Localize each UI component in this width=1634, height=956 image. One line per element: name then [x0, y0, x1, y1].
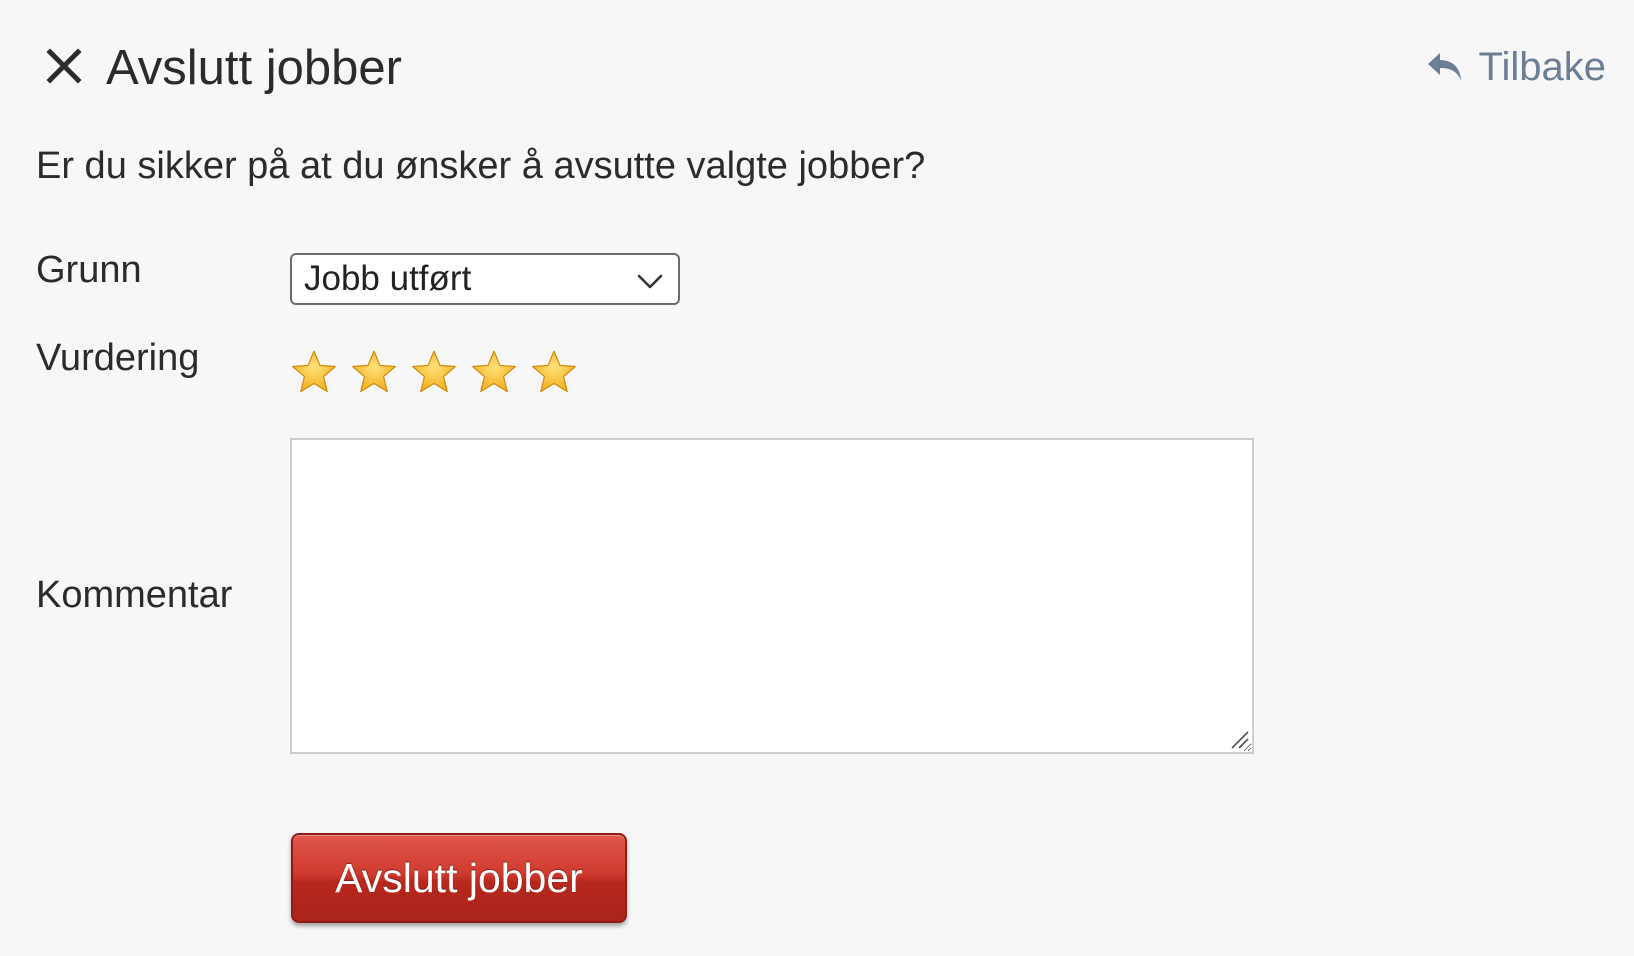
star-icon[interactable]: [530, 348, 578, 396]
reason-label: Grunn: [36, 249, 142, 291]
submit-close-jobs-button[interactable]: Avslutt jobber: [291, 833, 627, 923]
star-icon[interactable]: [470, 348, 518, 396]
reason-select-value: Jobb utført: [304, 259, 472, 298]
rating-stars: [290, 348, 578, 396]
confirmation-question: Er du sikker på at du ønsker å avsutte v…: [36, 145, 926, 187]
star-icon[interactable]: [410, 348, 458, 396]
close-icon: [44, 46, 84, 86]
comment-textarea[interactable]: [290, 438, 1254, 754]
chevron-down-icon: [636, 267, 664, 295]
resize-handle-icon[interactable]: [1228, 728, 1250, 750]
back-link-label: Tilbake: [1478, 45, 1606, 89]
star-icon[interactable]: [350, 348, 398, 396]
star-icon[interactable]: [290, 348, 338, 396]
reply-arrow-icon: [1425, 47, 1465, 87]
page-header: Avslutt jobber Tilbake: [0, 0, 1634, 120]
close-button[interactable]: [44, 46, 84, 86]
page-title: Avslutt jobber: [106, 41, 402, 95]
reason-select[interactable]: Jobb utført: [290, 253, 680, 305]
comment-label: Kommentar: [36, 574, 233, 616]
rating-label: Vurdering: [36, 337, 200, 379]
back-link[interactable]: Tilbake: [1425, 42, 1606, 92]
